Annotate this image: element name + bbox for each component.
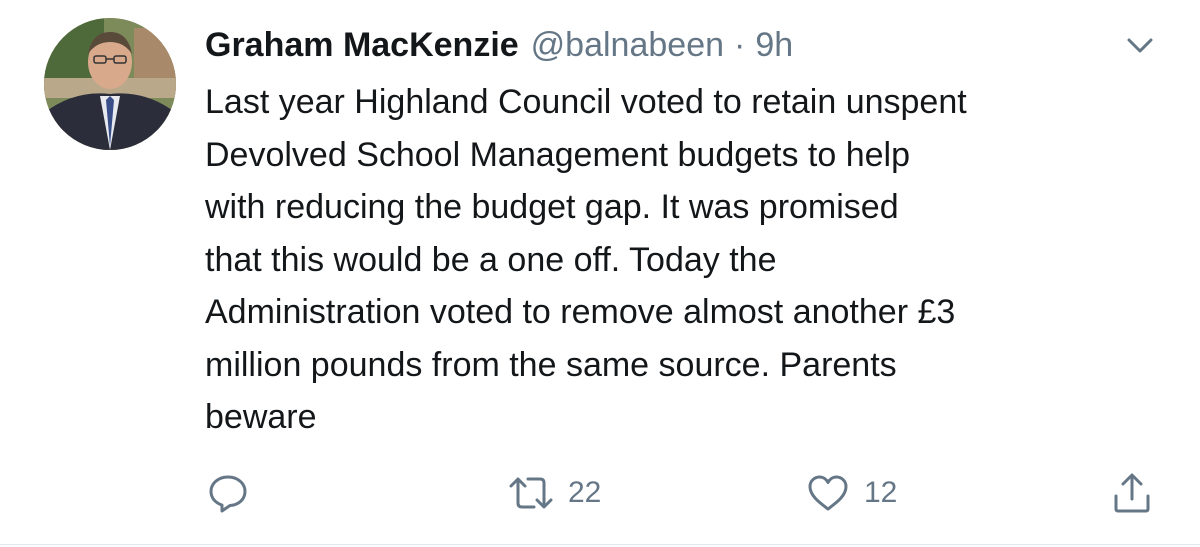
reply-button[interactable]: [206, 468, 264, 518]
share-icon: [1110, 471, 1154, 515]
like-count: 12: [864, 476, 898, 509]
timestamp[interactable]: 9h: [755, 22, 793, 68]
tweet-text-line: Devolved School Management budgets to he…: [205, 135, 911, 174]
tweet-text: Last year Highland Council voted to reta…: [205, 76, 1165, 444]
tweet-header: Graham MacKenzie @balnabeen · 9h: [205, 22, 793, 68]
retweet-button[interactable]: 22: [508, 468, 601, 518]
share-button[interactable]: [1110, 468, 1154, 518]
tweet[interactable]: Graham MacKenzie @balnabeen · 9h Last ye…: [0, 0, 1200, 547]
tweet-text-line: with reducing the budget gap. It was pro…: [205, 188, 899, 226]
author-name[interactable]: Graham MacKenzie: [205, 22, 519, 68]
tweet-text-line: that this would be a one off. Today the: [205, 240, 777, 279]
chevron-down-icon[interactable]: [1124, 32, 1156, 58]
tweet-text-line: Administration voted to remove almost an…: [205, 293, 956, 331]
retweet-count: 22: [568, 476, 602, 509]
like-button[interactable]: 12: [806, 468, 897, 518]
action-bar: 22 12: [0, 468, 1200, 518]
retweet-icon: [508, 471, 554, 515]
reply-icon: [206, 471, 250, 515]
avatar-photo: [44, 18, 176, 150]
avatar[interactable]: [44, 18, 176, 150]
separator-dot: ·: [734, 26, 746, 64]
tweet-text-line: beware: [205, 398, 317, 436]
divider: [0, 544, 1200, 545]
tweet-text-line: Last year Highland Council voted to reta…: [205, 83, 967, 121]
author-handle[interactable]: @balnabeen: [531, 22, 724, 68]
tweet-text-line: million pounds from the same source. Par…: [205, 345, 897, 384]
heart-icon: [806, 471, 850, 515]
